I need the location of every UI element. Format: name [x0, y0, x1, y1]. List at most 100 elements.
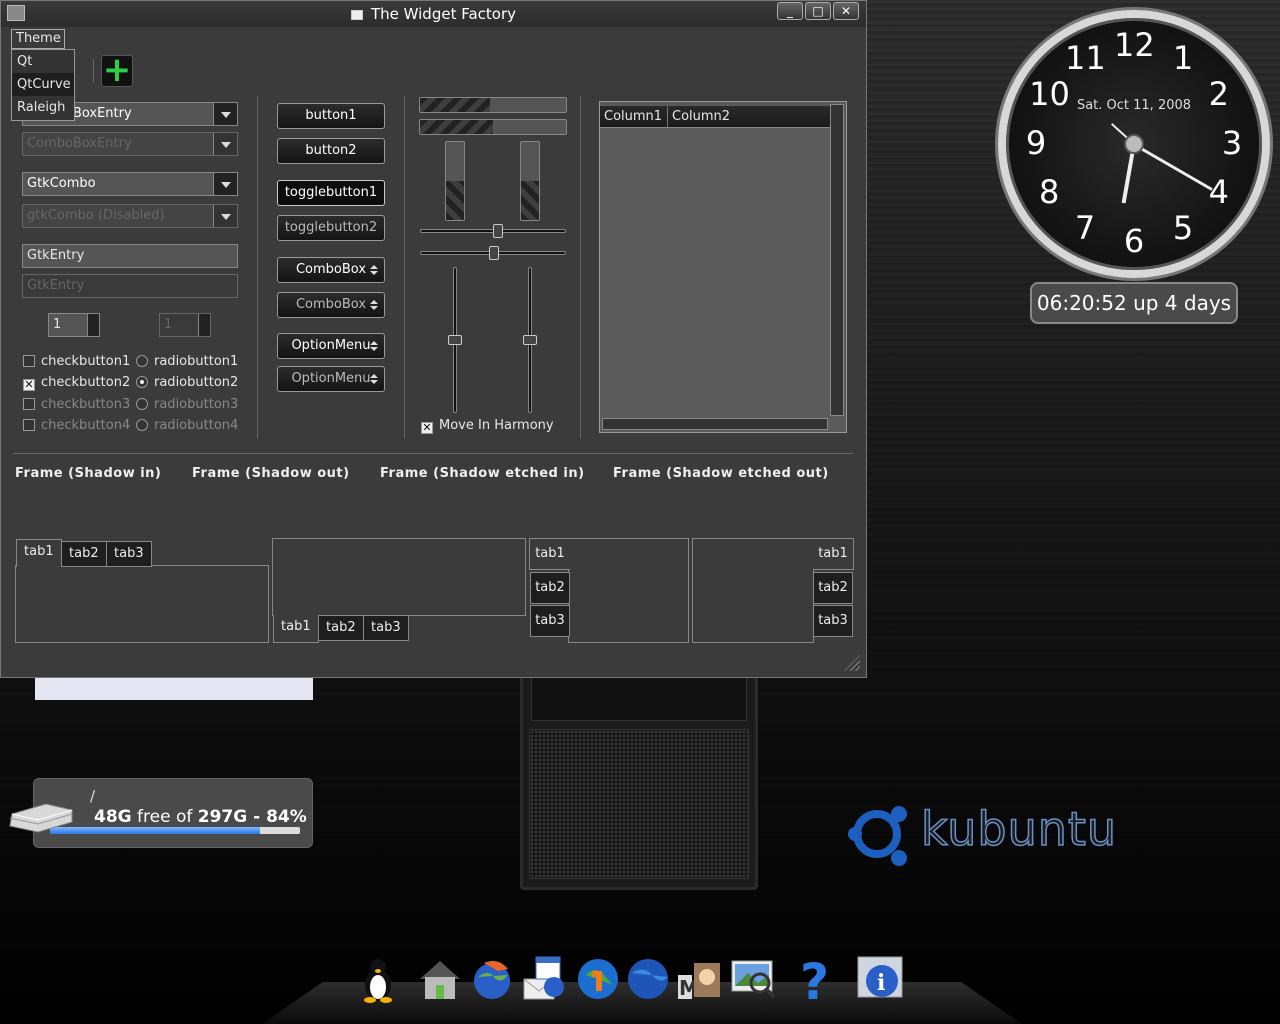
tux-penguin-icon[interactable] [354, 955, 402, 1003]
gtk-combo-disabled: gtkCombo (Disabled) [22, 204, 238, 228]
checkbox-checked-icon[interactable]: ✕ [23, 379, 35, 391]
togglebutton1[interactable]: togglebutton1 [277, 180, 385, 206]
spin-value: 1 [53, 317, 62, 332]
combobox-1-label: ComboBox [295, 262, 367, 277]
spin-arrows-icon[interactable] [87, 314, 99, 336]
togglebutton2[interactable]: togglebutton2 [277, 215, 385, 241]
updown-arrows-icon [370, 300, 378, 310]
home-folder-icon[interactable] [416, 955, 464, 1003]
spin-button[interactable]: 1 [48, 313, 100, 337]
window-app-icon [350, 10, 363, 20]
radiobutton1[interactable]: radiobutton1 [136, 354, 238, 369]
network-update-icon[interactable] [574, 955, 622, 1003]
radiobutton2[interactable]: radiobutton2 [136, 375, 238, 390]
tab-top-3[interactable]: tab3 [106, 541, 152, 567]
close-button[interactable]: ✕ [833, 2, 859, 20]
gtk-combo-disabled-text: gtkCombo (Disabled) [27, 208, 165, 223]
window-titlebar[interactable]: The Widget Factory [1, 1, 866, 27]
scale-handle[interactable] [523, 335, 537, 345]
frame-shadow-out-label: Frame (Shadow out) [192, 466, 350, 481]
hard-drive-icon[interactable] [6, 800, 76, 834]
calendar-mail-icon[interactable] [520, 955, 568, 1003]
resize-grip-icon[interactable] [844, 655, 860, 671]
blue-globe-icon[interactable] [624, 955, 672, 1003]
svg-text:i: i [877, 970, 885, 996]
optionmenu-1[interactable]: OptionMenu [277, 333, 385, 359]
tab-right-1[interactable]: tab1 [813, 538, 854, 570]
help-question-icon[interactable]: ? [792, 955, 840, 1003]
chevron-down-icon[interactable] [213, 103, 237, 125]
scale-handle[interactable] [489, 246, 499, 260]
column-separator-2 [404, 96, 405, 438]
tab-bottom-1[interactable]: tab1 [273, 615, 319, 643]
vertical-scale-2[interactable] [523, 267, 537, 413]
column-separator-3 [580, 96, 581, 438]
gtk-entry[interactable]: GtkEntry [22, 244, 238, 268]
column1-header[interactable]: Column1 [600, 106, 668, 128]
chevron-down-icon[interactable] [213, 173, 237, 195]
horizontal-scale-1[interactable] [420, 224, 566, 238]
menu-item-raleigh[interactable]: Raleigh [12, 96, 74, 119]
scale-handle[interactable] [493, 224, 503, 238]
scale-handle[interactable] [448, 335, 462, 345]
vertical-scale-1[interactable] [448, 267, 462, 413]
checkbutton1[interactable]: checkbutton1 [23, 354, 130, 369]
button1[interactable]: button1 [277, 103, 385, 129]
analog-clock-widget[interactable]: Sat. Oct 11, 2008 12 1 2 3 4 5 6 7 8 9 10 11 [998, 10, 1270, 278]
menu-item-qtcurve[interactable]: QtCurve [12, 73, 74, 96]
tab-right-2[interactable]: tab2 [813, 572, 853, 604]
vertical-progressbar-1 [445, 141, 465, 221]
tab-top-2[interactable]: tab2 [61, 541, 107, 567]
tree-header: Column1 Column2 [600, 106, 830, 128]
tab-left-2[interactable]: tab2 [530, 572, 570, 604]
frame-shadow-etched-out-label: Frame (Shadow etched out) [613, 466, 829, 481]
clock-number-12: 12 [1114, 26, 1155, 64]
checkbutton3-label: checkbutton3 [41, 397, 131, 412]
clock-number-4: 4 [1208, 173, 1230, 211]
button2[interactable]: button2 [277, 138, 385, 164]
tab-bottom-2[interactable]: tab2 [318, 615, 364, 641]
theme-menu[interactable]: Theme [11, 29, 65, 49]
background-window-strip [35, 676, 313, 700]
menu-item-qt[interactable]: Qt [12, 50, 74, 73]
frame-shadow-etched-in-label: Frame (Shadow etched in) [380, 466, 585, 481]
checkbox-checked-icon[interactable]: ✕ [421, 422, 433, 434]
tab-bottom-3[interactable]: tab3 [363, 615, 409, 641]
radio-icon[interactable] [136, 355, 148, 367]
horizontal-progressbar-2 [419, 119, 567, 135]
web-browser-globe-icon[interactable] [468, 955, 516, 1003]
theme-menu-popup: Qt QtCurve Raleigh [11, 49, 75, 121]
tab-left-3[interactable]: tab3 [530, 605, 570, 637]
image-viewer-icon[interactable] [730, 955, 778, 1003]
system-info-icon[interactable]: i [856, 955, 904, 1003]
updown-arrows-icon [370, 265, 378, 275]
add-plus-icon[interactable]: + [101, 53, 133, 87]
tab-top-1[interactable]: tab1 [16, 539, 62, 567]
multimedia-icon[interactable]: M [676, 955, 724, 1003]
tree-view[interactable]: Column1 Column2 [599, 101, 847, 433]
checkbox-icon [23, 398, 35, 410]
checkbutton2[interactable]: ✕ checkbutton2 [23, 375, 130, 391]
radio-selected-icon[interactable] [136, 376, 148, 388]
tab-right-3[interactable]: tab3 [813, 605, 853, 637]
disk-path: / [90, 787, 96, 805]
window-menu-icon[interactable] [7, 5, 25, 21]
clock-number-7: 7 [1074, 208, 1096, 247]
maximize-button[interactable]: □ [805, 2, 831, 20]
minimize-button[interactable]: _ [777, 2, 803, 20]
clock-number-8: 8 [1038, 173, 1060, 211]
window-title: The Widget Factory [370, 5, 517, 23]
checkbox-icon[interactable] [23, 355, 35, 367]
horizontal-scrollbar[interactable] [602, 418, 828, 430]
gtk-combo[interactable]: GtkCombo [22, 172, 238, 196]
uptime-widget[interactable]: 06:20:52 up 4 days [1030, 282, 1238, 324]
horizontal-scale-2[interactable] [420, 246, 566, 260]
clock-number-10: 10 [1029, 75, 1070, 113]
combobox-button-2[interactable]: ComboBox [277, 292, 385, 318]
vertical-scrollbar[interactable] [830, 104, 844, 416]
tab-left-1[interactable]: tab1 [529, 538, 570, 570]
move-in-harmony-check[interactable]: ✕ Move In Harmony [421, 418, 554, 434]
combobox-button-1[interactable]: ComboBox [277, 257, 385, 283]
column2-header[interactable]: Column2 [668, 106, 830, 128]
optionmenu-2[interactable]: OptionMenu [277, 366, 385, 392]
